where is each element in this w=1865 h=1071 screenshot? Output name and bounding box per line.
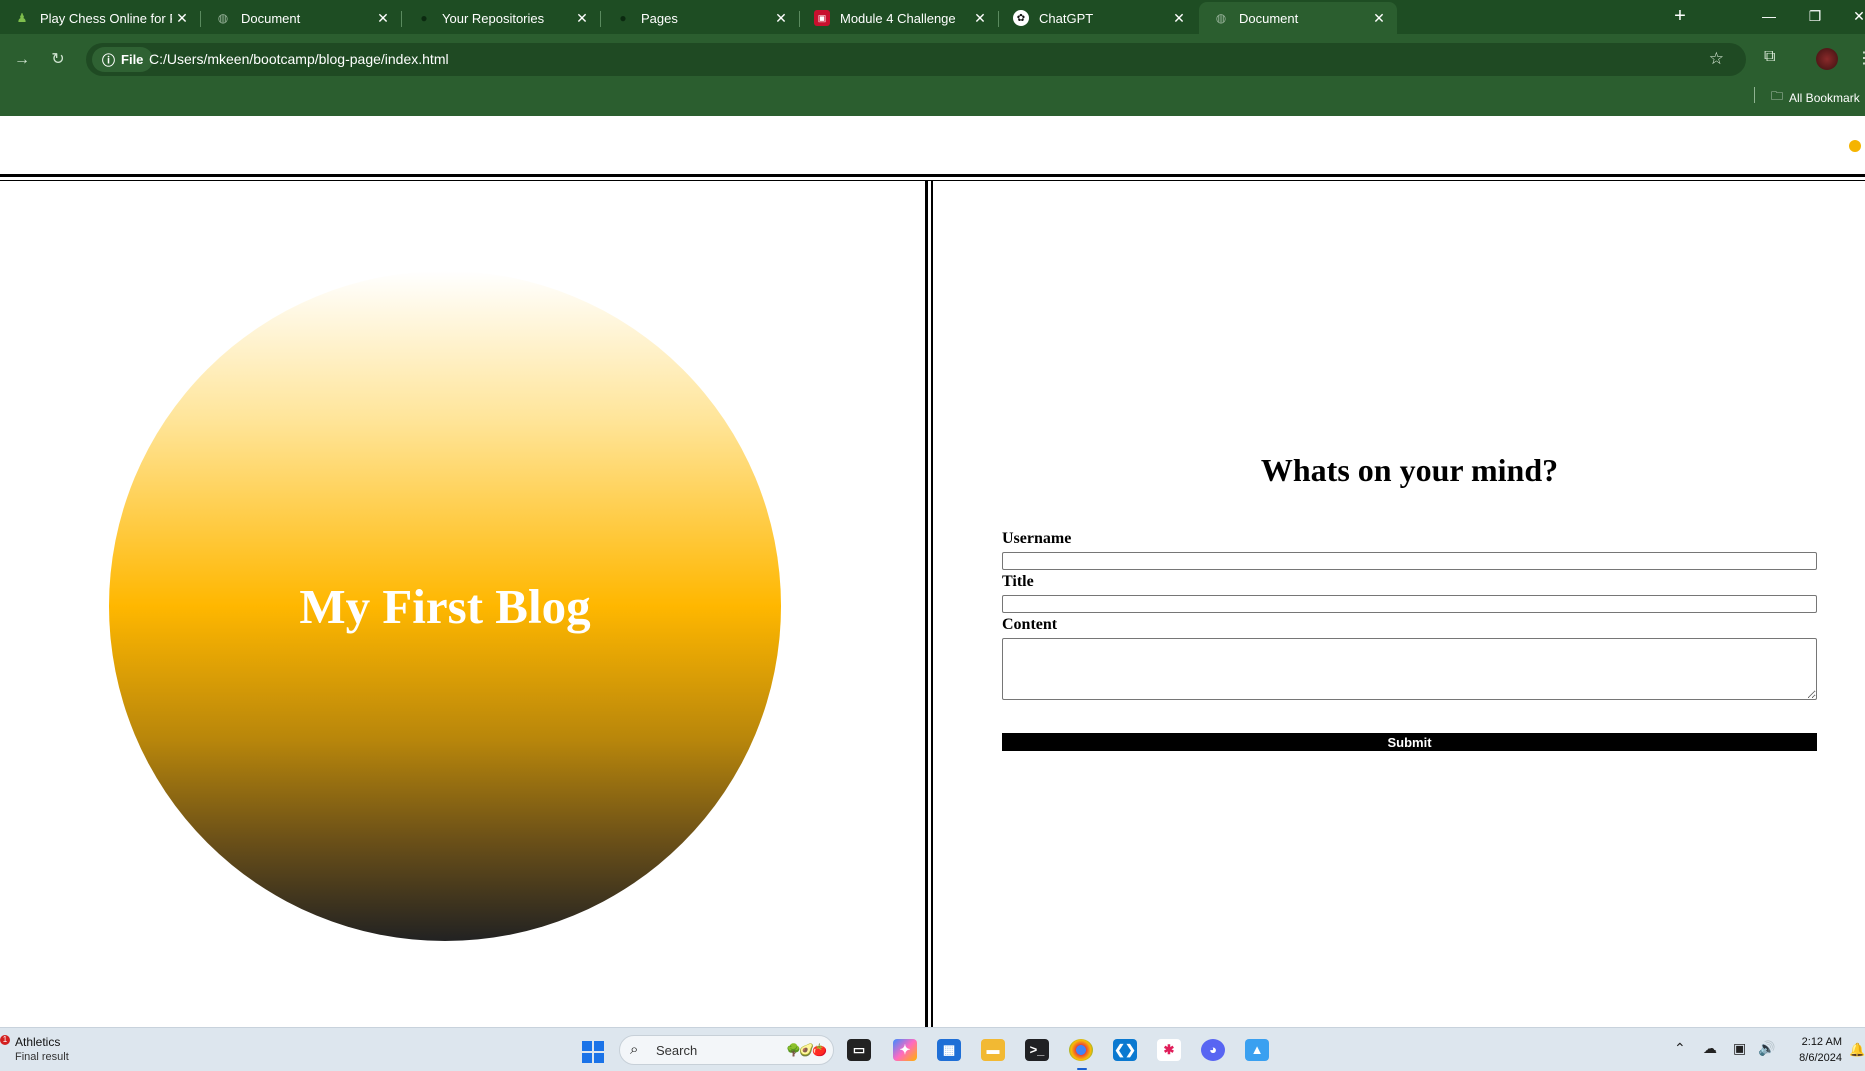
bookmarks-label: All Bookmark	[1789, 90, 1860, 105]
content-textarea[interactable]	[1002, 638, 1817, 700]
close-icon[interactable]: ✕	[373, 10, 393, 27]
photos-icon[interactable]: ▲	[1245, 1039, 1269, 1061]
close-icon[interactable]: ✕	[970, 10, 990, 27]
discord-icon[interactable]: ◕	[1201, 1039, 1225, 1061]
address-bar[interactable]: ⓘ File C:/Users/mkeen/bootcamp/blog-page…	[86, 43, 1746, 76]
clock-date: 8/6/2024	[1799, 1052, 1842, 1064]
minimize-icon[interactable]: —	[1755, 4, 1783, 28]
vscode-icon[interactable]: ❮❯	[1113, 1039, 1137, 1061]
submit-button[interactable]: Submit	[1002, 733, 1817, 751]
close-icon[interactable]: ✕	[1169, 10, 1189, 27]
windows-taskbar: 1 Athletics Final result ⌕ Search 🌳🥑🍅 ▭ …	[0, 1027, 1865, 1071]
window-close-icon[interactable]: ✕	[1845, 4, 1865, 28]
scheme-label: File	[121, 52, 144, 67]
tab-title: Your Repositories	[442, 10, 545, 26]
tab-title: Module 4 Challenge	[840, 10, 956, 26]
close-icon[interactable]: ✕	[771, 10, 791, 27]
form-heading: Whats on your mind?	[1260, 452, 1559, 488]
github-icon: ●	[420, 11, 428, 25]
status-dot	[1849, 140, 1861, 152]
tab-title: Document	[1239, 10, 1299, 26]
tab-title: Document	[241, 10, 301, 26]
system-clock[interactable]: 2:12 AM 8/6/2024	[1790, 1034, 1842, 1066]
widget-title[interactable]: Athletics	[15, 1035, 60, 1049]
copilot-icon[interactable]: ✦	[893, 1039, 917, 1061]
hero-circle: My First Blog	[109, 271, 781, 941]
tab-document-active[interactable]: ◍ Document ✕	[1199, 2, 1397, 34]
folder-icon: 🗀	[1771, 89, 1784, 103]
widget-subtitle[interactable]: Final result	[15, 1051, 69, 1063]
volume-icon[interactable]: 🔊	[1758, 1040, 1775, 1057]
info-icon: ⓘ	[102, 53, 116, 68]
search-icon: ⌕	[630, 1041, 639, 1058]
chevron-up-icon[interactable]: ⌃	[1674, 1040, 1686, 1057]
file-explorer-icon[interactable]: ▭	[847, 1039, 871, 1061]
cloud-sync-icon[interactable]: ☁	[1703, 1040, 1717, 1057]
widget-badge: 1	[0, 1035, 10, 1045]
bookmarks-separator	[1754, 87, 1755, 103]
tab-title: Pages	[641, 10, 678, 26]
folder-icon[interactable]: ▬	[981, 1039, 1005, 1061]
username-label: Username	[1002, 530, 1072, 547]
forward-icon[interactable]: →	[10, 48, 34, 72]
active-app-indicator	[1077, 1068, 1087, 1070]
slack-icon[interactable]: ✱	[1157, 1039, 1181, 1061]
username-input[interactable]	[1002, 552, 1817, 570]
title-input[interactable]	[1002, 595, 1817, 613]
chrome-icon[interactable]	[1069, 1039, 1093, 1061]
bookmark-star-icon[interactable]: ☆	[1709, 49, 1724, 69]
tab-your-repositories[interactable]: ● Your Repositories ✕	[402, 2, 600, 34]
chatgpt-icon: ✿	[1013, 10, 1029, 26]
notification-bell-icon[interactable]: 🔔	[1849, 1042, 1865, 1058]
page-viewport: My First Blog Whats on your mind? Userna…	[0, 116, 1865, 1027]
title-label: Title	[1002, 573, 1034, 590]
close-icon[interactable]: ✕	[572, 10, 592, 27]
chess-pawn-icon: ♟	[16, 11, 28, 25]
tab-title: Play Chess Online for Free with	[40, 10, 172, 26]
all-bookmarks-button[interactable]: 🗀 All Bookmark	[1771, 87, 1860, 108]
globe-icon: ◍	[217, 11, 229, 25]
clock-time: 2:12 AM	[1801, 1036, 1842, 1048]
github-icon: ●	[619, 11, 627, 25]
restore-icon[interactable]: ❐	[1801, 4, 1829, 28]
tab-document[interactable]: ◍ Document ✕	[201, 2, 401, 34]
tab-chess[interactable]: ♟ Play Chess Online for Free with ✕	[0, 2, 200, 34]
store-icon[interactable]: ▦	[937, 1039, 961, 1061]
search-label: Search	[656, 1043, 698, 1058]
taskbar-search[interactable]: ⌕ Search 🌳🥑🍅	[619, 1035, 834, 1065]
column-divider	[925, 180, 928, 1027]
close-icon[interactable]: ✕	[172, 10, 192, 27]
canvas-icon: ▣	[814, 10, 830, 26]
extensions-icon[interactable]: ⧉	[1764, 48, 1775, 66]
tab-chatgpt[interactable]: ✿ ChatGPT ✕	[999, 2, 1197, 34]
tab-bar: ♟ Play Chess Online for Free with ✕ ◍ Do…	[0, 0, 1865, 34]
header-border-top	[0, 174, 1865, 177]
profile-avatar[interactable]	[1816, 48, 1838, 70]
terminal-icon[interactable]: >_	[1025, 1039, 1049, 1061]
content-label: Content	[1002, 616, 1058, 633]
tab-pages[interactable]: ● Pages ✕	[601, 2, 799, 34]
close-icon[interactable]: ✕	[1369, 10, 1389, 27]
reload-icon[interactable]: ↻	[46, 48, 70, 72]
site-info-chip[interactable]: ⓘ File	[92, 47, 154, 72]
blog-title: My First Blog	[299, 578, 591, 634]
network-icon[interactable]: ▣	[1733, 1040, 1746, 1057]
tab-module-4-challenge[interactable]: ▣ Module 4 Challenge ✕	[800, 2, 998, 34]
tab-title: ChatGPT	[1039, 10, 1094, 26]
url-text[interactable]: C:/Users/mkeen/bootcamp/blog-page/index.…	[149, 51, 449, 67]
windows-start-icon[interactable]	[582, 1041, 604, 1063]
menu-icon[interactable]: ⋮	[1856, 48, 1865, 68]
new-tab-button[interactable]: +	[1668, 4, 1692, 28]
search-highlight-icon: 🌳🥑🍅	[786, 1043, 827, 1057]
column-divider-inner	[931, 180, 933, 1027]
globe-icon: ◍	[1215, 11, 1227, 25]
